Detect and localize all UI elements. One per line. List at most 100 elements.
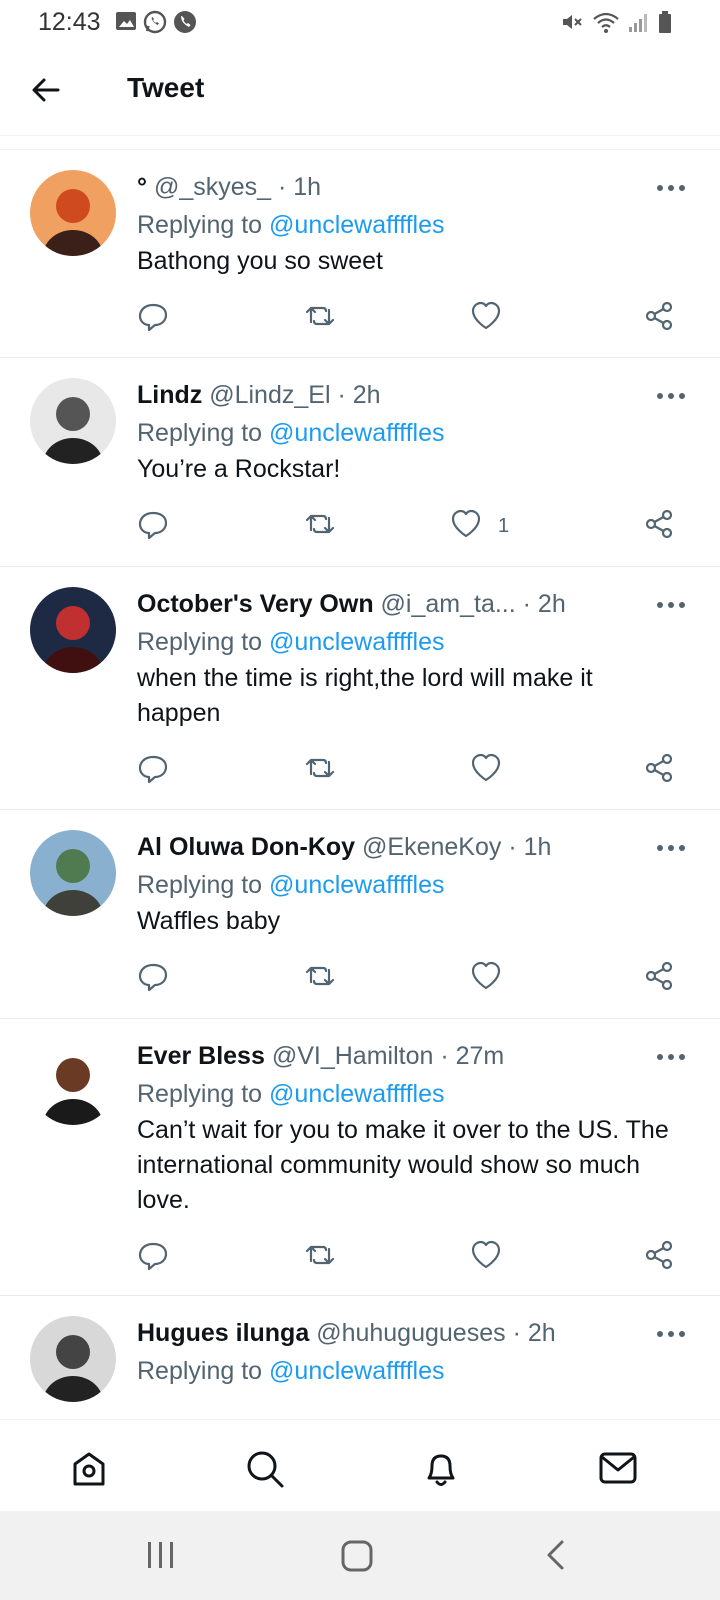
like-icon[interactable] [470, 752, 502, 789]
user-handle[interactable]: @i_am_ta... [381, 590, 516, 618]
home-button-icon[interactable] [340, 1539, 374, 1573]
recent-apps-button[interactable] [145, 1539, 177, 1576]
retweet-icon[interactable] [304, 1239, 336, 1276]
user-handle[interactable]: @huhugugueses [316, 1319, 505, 1347]
retweet-icon[interactable] [304, 300, 336, 337]
avatar[interactable] [30, 1039, 116, 1125]
reply-icon[interactable] [137, 1239, 169, 1276]
tweet-reply[interactable]: October's Very Own @i_am_ta... · 2h Repl… [0, 567, 720, 810]
search-icon[interactable] [242, 1446, 286, 1490]
share-icon[interactable] [643, 300, 675, 337]
home-system-button[interactable] [340, 1539, 374, 1578]
mention-link[interactable]: @unclewaffffles [269, 211, 445, 239]
back-system-button[interactable] [540, 1539, 572, 1576]
tweet-reply[interactable]: Al Oluwa Don-Koy @EkeneKoy · 1h Replying… [0, 810, 720, 1019]
user-handle[interactable]: @EkeneKoy [362, 833, 501, 861]
share-button[interactable] [643, 300, 675, 336]
reply-button[interactable] [137, 1239, 169, 1275]
like-button[interactable] [470, 752, 502, 788]
display-name[interactable]: ° [137, 173, 147, 201]
like-icon[interactable] [470, 960, 502, 997]
more-icon[interactable] [656, 1329, 686, 1339]
home-icon[interactable] [67, 1446, 111, 1490]
display-name[interactable]: October's Very Own [137, 590, 374, 618]
nav-notifications[interactable] [419, 1446, 463, 1490]
retweet-button[interactable] [304, 960, 336, 996]
more-icon[interactable] [656, 843, 686, 853]
display-name[interactable]: Al Oluwa Don-Koy [137, 833, 355, 861]
share-button[interactable] [643, 960, 675, 996]
notifications-icon[interactable] [419, 1446, 463, 1490]
more-icon[interactable] [656, 1052, 686, 1062]
retweet-icon[interactable] [304, 508, 336, 545]
like-button[interactable] [470, 300, 502, 336]
more-options-button[interactable] [656, 1049, 686, 1062]
share-icon[interactable] [643, 960, 675, 997]
like-icon[interactable] [470, 1239, 502, 1276]
share-icon[interactable] [643, 1239, 675, 1276]
reply-button[interactable] [137, 752, 169, 788]
display-name[interactable]: Hugues ilunga [137, 1319, 309, 1347]
user-handle[interactable]: @Lindz_El [209, 381, 330, 409]
more-icon[interactable] [656, 600, 686, 610]
more-icon[interactable] [656, 183, 686, 193]
tweet-reply[interactable]: Hugues ilunga @huhugugueses · 2h Replyin… [0, 1296, 720, 1406]
more-options-button[interactable] [656, 1326, 686, 1339]
user-handle[interactable]: @VI_Hamilton [272, 1042, 434, 1070]
reply-feed[interactable]: ° @_skyes_ · 1h Replying to @unclewaffff… [0, 136, 720, 1419]
avatar[interactable] [30, 830, 116, 916]
like-button[interactable] [470, 960, 502, 996]
recent-apps-icon[interactable] [145, 1539, 177, 1571]
retweet-button[interactable] [304, 508, 336, 544]
retweet-button[interactable] [304, 300, 336, 336]
reply-button[interactable] [137, 960, 169, 996]
mention-link[interactable]: @unclewaffffles [269, 871, 445, 899]
reply-icon[interactable] [137, 300, 169, 337]
back-button[interactable] [28, 72, 64, 108]
share-icon[interactable] [643, 508, 675, 545]
retweet-icon[interactable] [304, 960, 336, 997]
like-button[interactable]: 1 [450, 508, 509, 544]
retweet-button[interactable] [304, 752, 336, 788]
reply-icon[interactable] [137, 508, 169, 545]
nav-search[interactable] [242, 1446, 286, 1490]
reply-button[interactable] [137, 508, 169, 544]
reply-icon[interactable] [137, 752, 169, 789]
nav-home[interactable] [67, 1446, 111, 1490]
reply-icon[interactable] [137, 960, 169, 997]
avatar[interactable] [30, 378, 116, 464]
share-button[interactable] [643, 1239, 675, 1275]
share-button[interactable] [643, 752, 675, 788]
tweet-reply[interactable]: Ever Bless @VI_Hamilton · 27m Replying t… [0, 1019, 720, 1296]
display-name[interactable]: Ever Bless [137, 1042, 265, 1070]
share-button[interactable] [643, 508, 675, 544]
nav-messages[interactable] [596, 1446, 640, 1490]
like-icon[interactable] [470, 300, 502, 337]
more-icon[interactable] [656, 391, 686, 401]
user-handle[interactable]: @_skyes_ [154, 173, 271, 201]
share-icon[interactable] [643, 752, 675, 789]
back-nav-icon[interactable] [540, 1539, 572, 1571]
messages-icon[interactable] [596, 1446, 640, 1490]
more-options-button[interactable] [656, 388, 686, 401]
avatar[interactable] [30, 170, 116, 256]
like-count: 1 [498, 514, 510, 537]
mention-link[interactable]: @unclewaffffles [269, 419, 445, 447]
mention-link[interactable]: @unclewaffffles [269, 1357, 445, 1385]
more-options-button[interactable] [656, 597, 686, 610]
retweet-button[interactable] [304, 1239, 336, 1275]
back-arrow-icon[interactable] [28, 72, 64, 108]
avatar[interactable] [30, 587, 116, 673]
avatar[interactable] [30, 1316, 116, 1402]
more-options-button[interactable] [656, 840, 686, 853]
tweet-reply[interactable]: Lindz @Lindz_El · 2h Replying to @unclew… [0, 358, 720, 567]
mention-link[interactable]: @unclewaffffles [269, 628, 445, 656]
more-options-button[interactable] [656, 180, 686, 193]
tweet-reply[interactable]: ° @_skyes_ · 1h Replying to @unclewaffff… [0, 150, 720, 358]
reply-button[interactable] [137, 300, 169, 336]
retweet-icon[interactable] [304, 752, 336, 789]
like-button[interactable] [470, 1239, 502, 1275]
like-icon[interactable] [450, 508, 482, 545]
mention-link[interactable]: @unclewaffffles [269, 1080, 445, 1108]
display-name[interactable]: Lindz [137, 381, 202, 409]
